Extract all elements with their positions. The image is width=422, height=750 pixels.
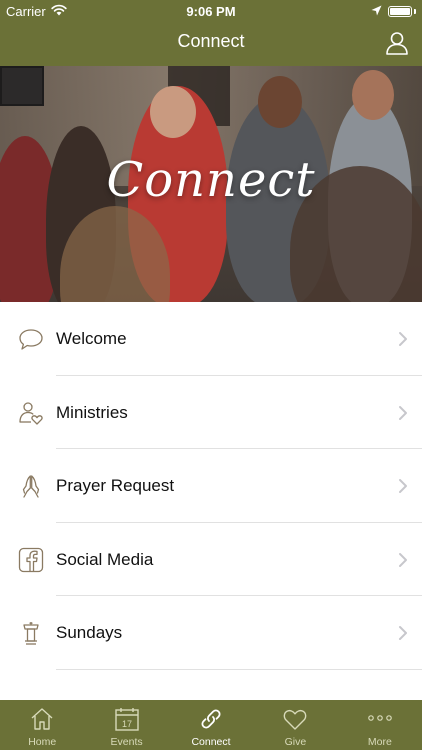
link-icon bbox=[201, 709, 221, 729]
chevron-right-icon bbox=[399, 626, 407, 641]
menu-item-label: Prayer Request bbox=[56, 476, 175, 496]
person-head bbox=[150, 86, 196, 138]
tab-label: Home bbox=[28, 736, 57, 748]
calendar-icon: 17 bbox=[114, 708, 139, 731]
tab-events[interactable]: 17 Events bbox=[84, 700, 168, 750]
status-bar: Carrier 9:06 PM bbox=[0, 0, 422, 22]
profile-button[interactable] bbox=[384, 30, 410, 56]
menu-item-label: Ministries bbox=[56, 402, 128, 422]
tab-connect[interactable]: Connect bbox=[169, 700, 253, 750]
praying-hands-icon bbox=[22, 475, 40, 498]
person-head bbox=[258, 76, 302, 128]
page-title: Connect bbox=[177, 31, 245, 51]
tab-bar: Home 17 Events Connect Give More bbox=[0, 700, 422, 750]
more-dots-icon bbox=[368, 715, 392, 721]
battery-icon bbox=[388, 6, 412, 17]
person-heart-icon bbox=[19, 401, 43, 425]
tab-more[interactable]: More bbox=[338, 700, 422, 750]
header-bar: Carrier 9:06 PM Connect bbox=[0, 0, 422, 66]
facebook-icon bbox=[18, 547, 44, 572]
menu-item-label: Welcome bbox=[56, 329, 127, 348]
tab-label: More bbox=[367, 736, 392, 748]
tv-screen bbox=[0, 66, 44, 106]
chevron-right-icon bbox=[399, 405, 407, 420]
menu-item-welcome[interactable]: Welcome bbox=[0, 302, 422, 376]
person-head bbox=[352, 70, 394, 120]
chevron-right-icon bbox=[399, 332, 407, 346]
tab-label: Give bbox=[284, 736, 307, 748]
status-time: 9:06 PM bbox=[186, 4, 236, 19]
tab-label: Events bbox=[110, 736, 143, 748]
hero-image: Connect bbox=[0, 66, 422, 302]
location-arrow-icon bbox=[371, 4, 382, 19]
menu-list: Welcome Ministries Prayer Request Social… bbox=[0, 302, 422, 670]
menu-item-label: Sundays bbox=[56, 623, 123, 643]
home-icon bbox=[31, 708, 53, 730]
tab-label: Connect bbox=[191, 736, 231, 748]
menu-item-social-media[interactable]: Social Media bbox=[0, 523, 422, 597]
menu-item-sundays[interactable]: Sundays bbox=[0, 596, 422, 670]
user-icon bbox=[386, 32, 408, 55]
pulpit-icon bbox=[23, 622, 39, 646]
menu-item-ministries[interactable]: Ministries bbox=[0, 376, 422, 450]
tab-home[interactable]: Home bbox=[0, 700, 84, 750]
hero-title: Connect bbox=[106, 152, 316, 208]
chevron-right-icon bbox=[399, 479, 407, 494]
menu-item-prayer-request[interactable]: Prayer Request bbox=[0, 449, 422, 523]
calendar-day: 17 bbox=[122, 719, 132, 729]
tab-give[interactable]: Give bbox=[253, 700, 337, 750]
speech-bubble-icon bbox=[19, 329, 43, 350]
heart-icon bbox=[284, 709, 307, 730]
chevron-right-icon bbox=[399, 552, 407, 567]
menu-item-label: Social Media bbox=[56, 549, 154, 569]
